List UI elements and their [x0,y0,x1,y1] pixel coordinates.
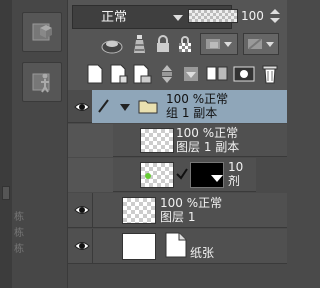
layer-row-paper[interactable]: 纸张 [68,229,287,264]
transfer-layer-button[interactable] [205,62,229,86]
trash-icon [262,65,278,84]
new-vector-layer-button[interactable] [108,62,130,86]
layer-thumbnail [122,197,156,224]
checker-lock-icon [179,36,191,52]
new-folder-icon [133,64,152,84]
clip-mask-button[interactable] [100,34,124,56]
ellipse-clip-icon [101,40,123,54]
mask-icon [233,66,255,82]
lighthouse-icon [134,35,145,53]
layer-row-layer1[interactable]: 100 %正常 图层 1 [68,193,287,228]
layer-thumbnail [140,162,174,188]
left-edge-strip [0,0,12,288]
figure-icon [32,73,50,93]
create-mask-button[interactable] [232,62,256,86]
opacity-value: 100 [241,9,264,23]
check-icon [176,168,188,180]
layer-thumbnail [140,128,174,153]
new-vector-layer-icon [110,64,128,84]
layer-info-line1: 10 [228,161,244,174]
scroll-down-button[interactable] [2,186,10,200]
mask-shape-icon [211,175,223,182]
divider [92,193,93,228]
layer-info-line1: 100 %正常 [176,126,239,140]
new-folder-button[interactable] [131,62,153,86]
lock-transparency-button[interactable] [175,32,195,56]
new-raster-layer-button[interactable] [84,62,106,86]
divider [92,229,93,264]
layer-name: 组 1 副本 [166,106,218,120]
layer-name: 纸张 [190,246,215,260]
folder-icon [138,100,158,114]
layer-thumbnail [122,233,156,260]
layer-row-layer1-copy[interactable]: 100 %正常 图层 1 副本 [68,124,287,157]
merge-icon [184,67,198,81]
ruler-options-button[interactable] [243,33,279,55]
opacity-slider[interactable] [188,9,238,23]
eye-icon[interactable] [74,100,90,114]
panel-hint-text: 栋栋栋 [14,212,24,255]
expand-arrow-icon[interactable] [120,104,130,111]
enable-mask-button[interactable] [200,33,238,55]
transfer-icon [206,66,228,81]
3d-cube-button[interactable] [22,12,62,52]
pen-icon[interactable] [96,98,110,114]
layer-name: 图层 1 [160,210,196,224]
row-overlay [256,158,287,192]
disabled-ruler-icon [248,38,274,50]
move-arrows-icon [162,65,172,83]
layer-info-line1: 100 %正常 [160,196,223,210]
lock-icon [157,35,169,52]
opacity-stepper-icon[interactable] [270,9,280,23]
row-gutter [68,124,113,157]
cube-icon [32,23,52,41]
reference-layer-button[interactable] [128,32,150,56]
layer-info-line1: 100 %正常 [166,92,229,106]
layer-name: 图层 1 副本 [176,140,240,154]
new-layer-icon [87,64,103,84]
layer-blend-partial: 剂 [228,175,241,188]
move-layer-button[interactable] [156,62,178,86]
chevron-down-icon [173,15,183,21]
delete-layer-button[interactable] [258,60,282,86]
mask-thumbnail[interactable] [190,162,224,188]
3d-figure-button[interactable] [22,62,62,102]
lock-layer-button[interactable] [153,32,173,56]
merge-layer-button[interactable] [180,62,202,86]
row-gutter [68,158,113,192]
layer-row-masked[interactable]: 10 剂 [68,158,287,192]
eye-icon[interactable] [74,203,90,217]
layer-row-folder[interactable]: 100 %正常 组 1 副本 [68,90,287,123]
blend-mode-label: 正常 [101,10,128,25]
paper-icon [165,232,187,258]
eye-icon[interactable] [74,239,90,253]
mask-dropdown-icon [206,39,232,49]
